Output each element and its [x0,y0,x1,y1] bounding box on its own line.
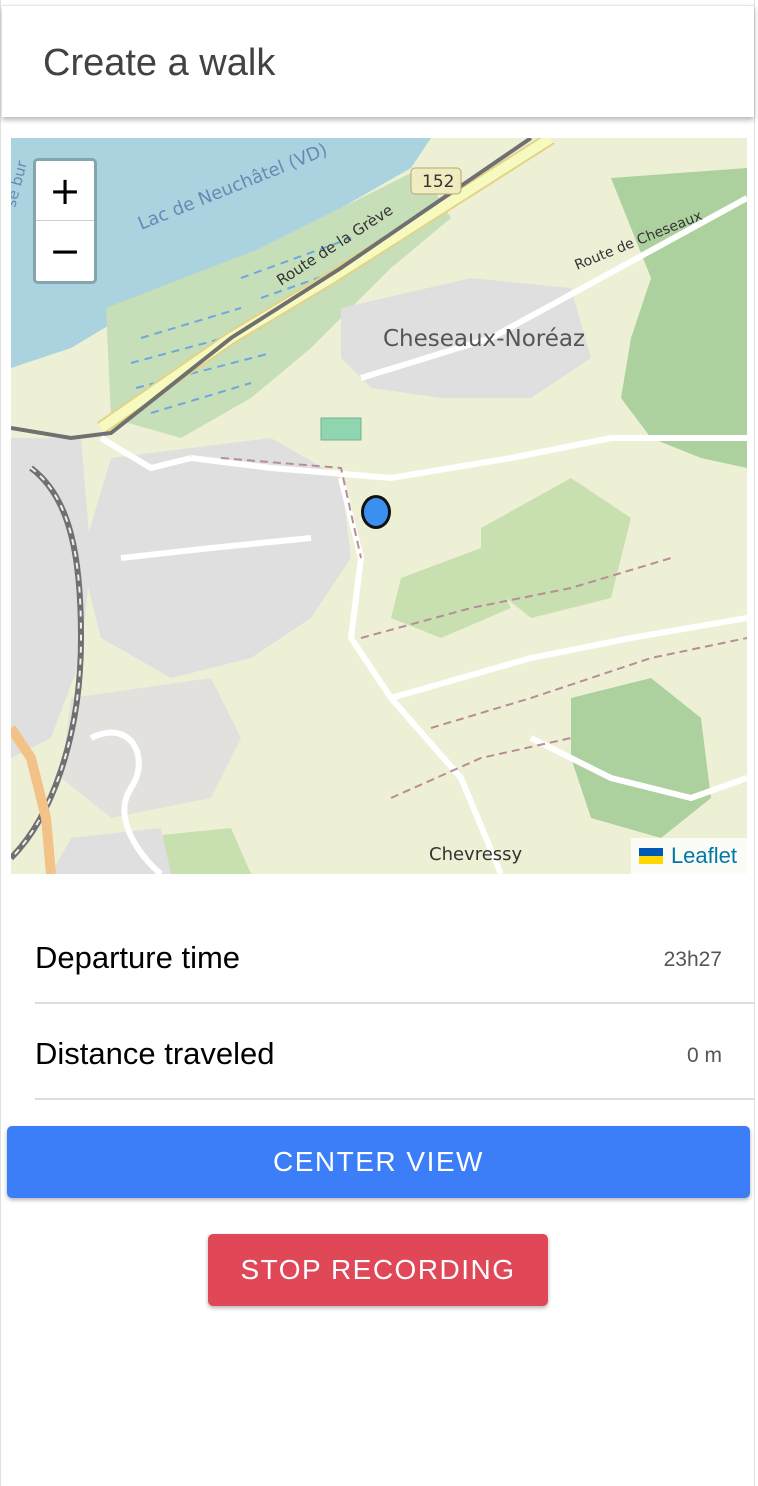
departure-time-value: 23h27 [663,948,722,971]
center-view-button[interactable]: CENTER VIEW [7,1126,750,1198]
app-header: Create a walk [2,5,754,117]
distance-traveled-row: Distance traveled 0 m [35,1004,754,1100]
departure-time-row: Departure time 23h27 [35,908,754,1004]
zoom-in-button[interactable]: + [36,161,94,221]
leaflet-link[interactable]: Leaflet [671,843,737,869]
map-attribution: Leaflet [630,838,747,874]
map-view[interactable]: Lac de Neuchâtel (VD) Route de la Grève … [11,138,747,874]
ukraine-flag-icon [638,848,663,864]
stop-recording-button[interactable]: STOP RECORDING [208,1234,548,1306]
village-label: Chevressy [429,844,523,865]
distance-traveled-label: Distance traveled [35,1036,275,1071]
app-frame: Create a walk Lac de Neuchâtel (VD) Rout… [0,0,755,1486]
distance-traveled-value: 0 m [686,1044,722,1067]
town-label: Cheseaux-Noréaz [383,326,585,352]
page-title: Create a walk [43,42,276,84]
sports-field [320,417,362,441]
zoom-control: + − [33,158,97,284]
current-location-marker[interactable] [361,495,391,529]
route-number: 152 [422,172,454,192]
departure-time-label: Departure time [35,940,241,975]
zoom-out-button[interactable]: − [36,221,94,281]
